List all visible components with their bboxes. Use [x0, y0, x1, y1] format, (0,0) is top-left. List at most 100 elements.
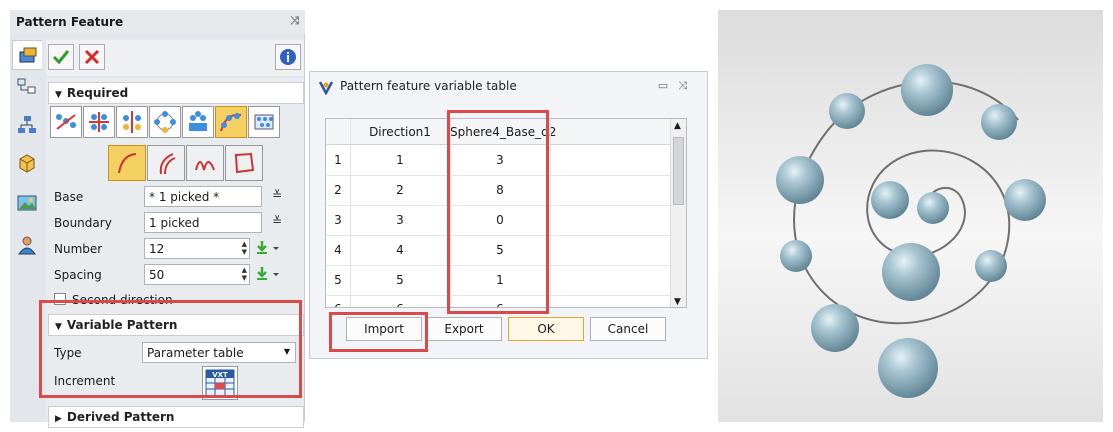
sphere-4[interactable] [975, 250, 1007, 282]
spinner-icon[interactable]: ▲ ▼ [242, 266, 247, 282]
tab-feature[interactable] [12, 40, 42, 70]
ok-button[interactable]: OK [508, 317, 584, 341]
panel-toolbar [46, 40, 304, 76]
sphere-6[interactable] [981, 104, 1017, 140]
tab-view[interactable] [12, 148, 42, 178]
curve-option-3-button[interactable] [186, 145, 224, 181]
curve-option-4-button[interactable] [225, 145, 263, 181]
3d-viewport[interactable] [718, 10, 1103, 422]
base-field[interactable]: * 1 picked * [144, 186, 262, 207]
number-field[interactable]: 12 ▲ ▼ [144, 238, 250, 259]
spacing-value: 50 [149, 268, 165, 282]
column-divider [550, 119, 551, 307]
tab-render[interactable] [12, 188, 42, 218]
vertical-scrollbar[interactable]: ▲ ▼ [670, 119, 686, 307]
section-required-header[interactable]: ▼ Required [48, 82, 304, 104]
cell-direction1[interactable]: 4 [350, 243, 450, 257]
curve-pattern-button[interactable] [215, 106, 247, 138]
mirror-pattern-icon [123, 111, 141, 133]
sphere-5[interactable] [1004, 179, 1046, 221]
user-icon [18, 236, 36, 255]
app-logo-icon [318, 81, 334, 95]
dialog-window-controls: ▭⤨ [658, 79, 697, 93]
panel-title: Pattern Feature ⤨ [10, 10, 305, 34]
sphere-3[interactable] [882, 243, 940, 301]
variable-table-dialog: Pattern feature variable table ▭⤨ Direct… [309, 71, 708, 359]
scrollbar-thumb[interactable] [673, 137, 684, 205]
base-row: Base * 1 picked * ≚ [54, 186, 302, 208]
mirror-pattern-button[interactable] [116, 106, 148, 138]
info-icon [280, 49, 296, 65]
circular-pattern-icon [154, 111, 176, 133]
info-button[interactable] [275, 44, 301, 70]
boundary-label: Boundary [54, 216, 112, 230]
linear-pattern-icon [56, 114, 76, 130]
base-label: Base [54, 190, 84, 204]
section-required-label: Required [66, 86, 129, 100]
row-number: 3 [334, 213, 342, 227]
sphere-12[interactable] [878, 338, 938, 398]
scroll-down-icon[interactable]: ▼ [674, 297, 681, 307]
cancel-button[interactable] [79, 44, 105, 70]
linear-pattern-button[interactable] [50, 106, 82, 138]
red-x-icon [84, 49, 100, 65]
close-icon[interactable]: ⤨ [678, 79, 697, 92]
curve-option-row [108, 145, 264, 181]
scroll-up-icon[interactable]: ▲ [674, 121, 681, 131]
number-label: Number [54, 242, 103, 256]
sphere-8[interactable] [829, 93, 865, 129]
green-download-icon[interactable] [254, 239, 284, 257]
sphere-7[interactable] [901, 64, 953, 116]
cell-direction1[interactable]: 6 [350, 302, 450, 307]
curve-pattern-icon [220, 113, 242, 132]
cell-direction1[interactable]: 1 [350, 153, 450, 167]
close-icon[interactable]: ⤨ [290, 14, 299, 28]
expand-chevron-icon[interactable]: ≚ [272, 214, 282, 228]
spinner-icon[interactable]: ▲ ▼ [242, 240, 247, 256]
checkmark-icon [52, 50, 70, 65]
fill-pattern-button[interactable] [248, 106, 280, 138]
green-download-icon[interactable] [254, 265, 284, 283]
row-number: 5 [334, 273, 342, 287]
curve-option-1-button[interactable] [108, 145, 146, 181]
export-button[interactable]: Export [426, 317, 502, 341]
assembly-tree-icon [17, 78, 36, 94]
spacing-field[interactable]: 50 ▲ ▼ [144, 264, 250, 285]
tab-history[interactable] [12, 110, 42, 140]
row-number: 1 [334, 153, 342, 167]
number-value: 12 [149, 242, 165, 256]
image-render-icon [17, 195, 37, 211]
history-tree-icon [18, 116, 36, 133]
tab-assembly[interactable] [12, 72, 42, 102]
column-header-direction1[interactable]: Direction1 [350, 125, 450, 139]
number-row: Number 12 ▲ ▼ [54, 238, 302, 260]
sphere-pattern-render [776, 64, 1046, 398]
sphere-9[interactable] [776, 156, 824, 204]
pin-icon[interactable]: ▭ [658, 79, 678, 92]
tab-user[interactable] [12, 230, 42, 260]
section-derived-label: Derived Pattern [66, 410, 175, 424]
expand-arrow-icon: ▶ [55, 414, 62, 424]
cell-direction1[interactable]: 3 [350, 213, 450, 227]
circular-pattern-button[interactable] [149, 106, 181, 138]
section-derived-header[interactable]: ▶ Derived Pattern [48, 406, 304, 428]
cancel-dialog-button[interactable]: Cancel [590, 317, 666, 341]
dialog-titlebar: Pattern feature variable table ▭⤨ [310, 72, 707, 102]
cube-view-icon [19, 154, 35, 173]
sphere-11[interactable] [811, 304, 859, 352]
boundary-field[interactable]: 1 picked [144, 212, 262, 233]
spacing-row: Spacing 50 ▲ ▼ [54, 264, 302, 286]
polygon-pattern-button[interactable] [182, 106, 214, 138]
confirm-button[interactable] [48, 44, 74, 70]
curve-option-1-icon [118, 153, 137, 174]
expand-chevron-icon[interactable]: ≚ [272, 188, 282, 202]
highlight-frame-import [329, 312, 428, 352]
cell-direction1[interactable]: 2 [350, 183, 450, 197]
sphere-1[interactable] [917, 192, 949, 224]
sphere-10[interactable] [780, 240, 812, 272]
curve-option-2-button[interactable] [147, 145, 185, 181]
boundary-row: Boundary 1 picked ≚ [54, 212, 302, 234]
bidirectional-pattern-button[interactable] [83, 106, 115, 138]
sphere-2[interactable] [871, 181, 909, 219]
cell-direction1[interactable]: 5 [350, 273, 450, 287]
